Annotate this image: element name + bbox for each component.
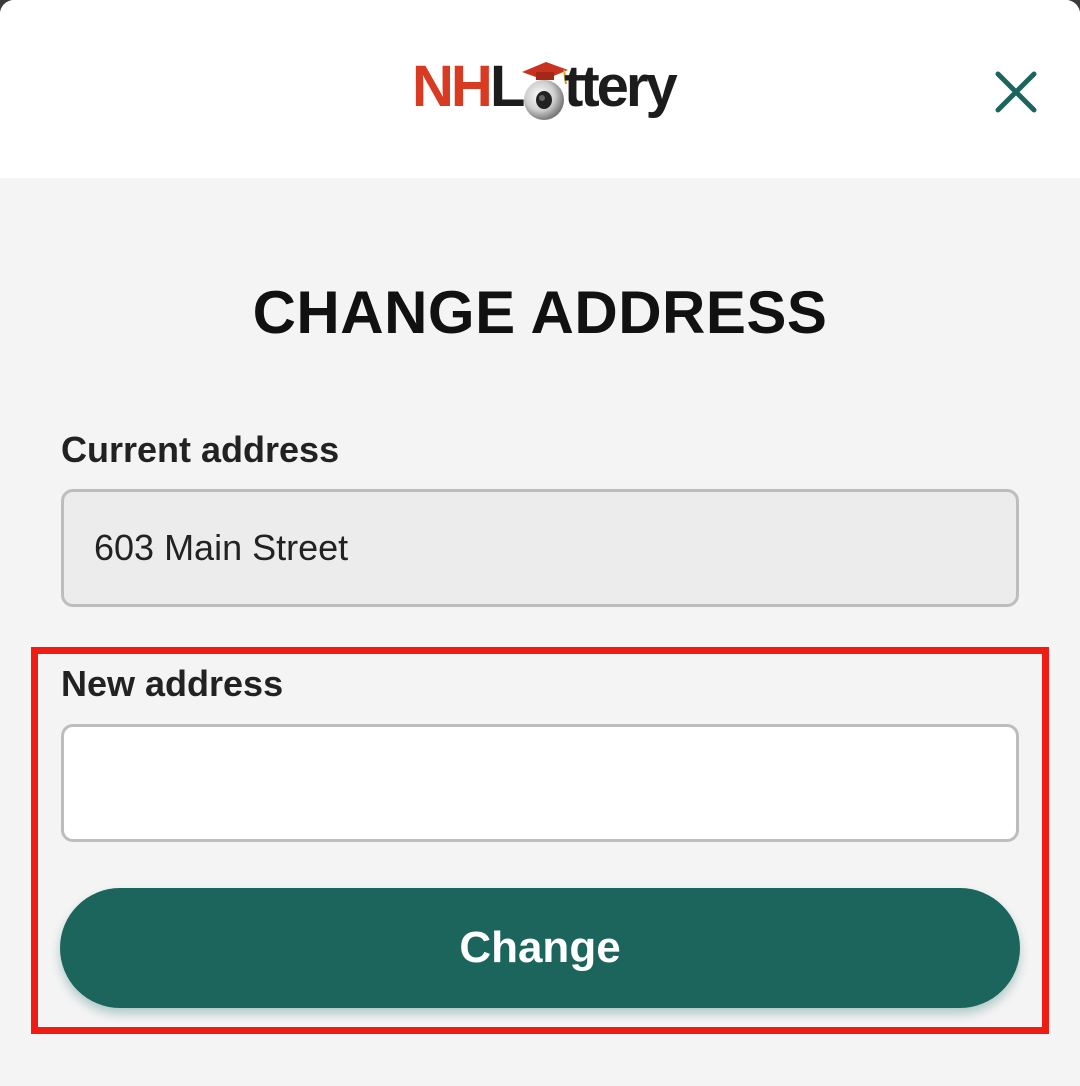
new-address-label: New address <box>61 663 284 704</box>
close-button[interactable] <box>988 64 1044 120</box>
lottery-ball-icon <box>522 62 568 120</box>
current-address-field[interactable] <box>61 489 1019 607</box>
logo-text-ttery: ttery <box>564 54 678 119</box>
logo-text-nh: NH <box>412 54 493 119</box>
change-button[interactable]: Change <box>60 888 1020 1008</box>
modal-header: NH L ttery <box>0 0 1080 178</box>
current-address-label: Current address <box>61 429 340 470</box>
close-icon <box>995 71 1037 113</box>
change-address-modal: NH L ttery CHANGE ADDRESS Current addres… <box>0 0 1080 1086</box>
nh-lottery-logo: NH L ttery <box>412 46 678 128</box>
new-address-input[interactable] <box>61 724 1019 842</box>
page-title: CHANGE ADDRESS <box>252 279 828 346</box>
